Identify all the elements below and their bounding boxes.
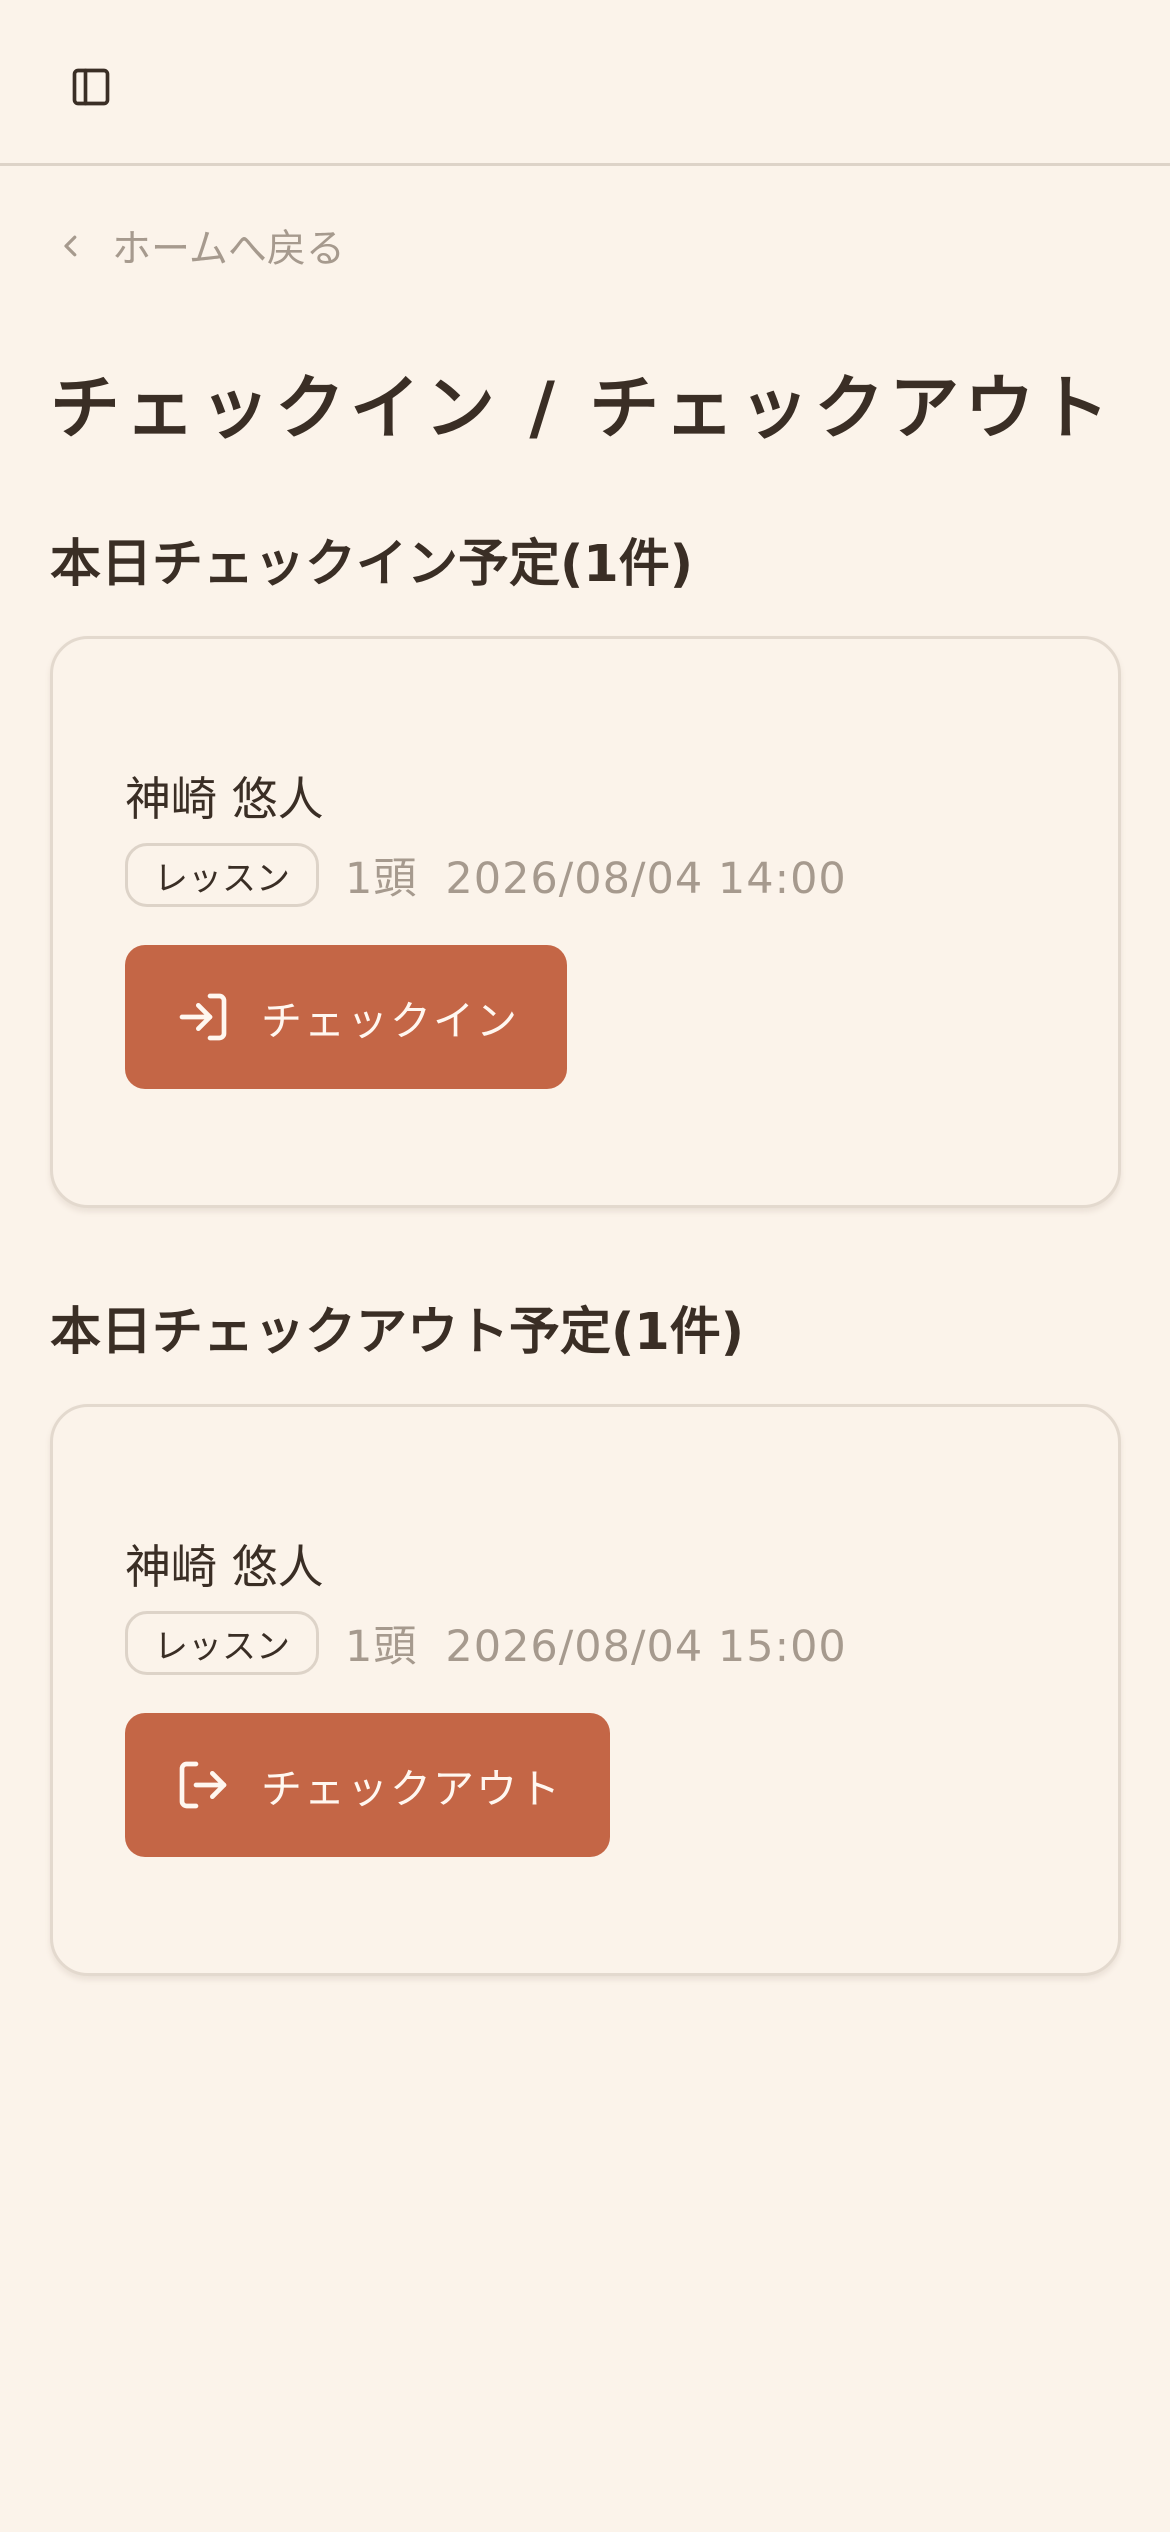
guest-name: 神崎 悠人 [125, 772, 324, 826]
reservation-details: 1頭 2026/08/04 15:00 [345, 1612, 847, 1674]
checkout-button[interactable]: チェックアウト [125, 1713, 610, 1857]
back-link-label: ホームへ戻る [112, 227, 345, 272]
guest-name: 神崎 悠人 [125, 1540, 324, 1594]
lesson-badge: レッスン [125, 843, 319, 907]
sidebar-panel-icon [72, 68, 110, 106]
checkout-card: 神崎 悠人 レッスン 1頭 2026/08/04 15:00 チェックアウト [50, 1404, 1121, 1976]
horse-count: 1頭 [345, 854, 418, 904]
top-bar [0, 0, 1170, 166]
checkin-card: 神崎 悠人 レッスン 1頭 2026/08/04 14:00 チェックイン [50, 636, 1121, 1208]
reservation-datetime: 2026/08/04 14:00 [445, 854, 847, 904]
reservation-meta: レッスン 1頭 2026/08/04 15:00 [125, 1611, 847, 1675]
reservation-datetime: 2026/08/04 15:00 [445, 1622, 847, 1672]
checkout-section-title: 本日チェックアウト予定(1件) [50, 1303, 745, 1362]
reservation-details: 1頭 2026/08/04 14:00 [345, 844, 847, 906]
checkin-button-label: チェックイン [261, 997, 519, 1045]
log-out-icon [173, 1755, 233, 1815]
checkout-button-label: チェックアウト [261, 1765, 562, 1813]
log-in-icon [173, 987, 233, 1047]
checkin-button[interactable]: チェックイン [125, 945, 567, 1089]
sidebar-toggle-button[interactable] [56, 52, 126, 122]
checkin-section-title: 本日チェックイン予定(1件) [50, 535, 694, 594]
chevron-left-icon [52, 227, 90, 265]
reservation-meta: レッスン 1頭 2026/08/04 14:00 [125, 843, 847, 907]
lesson-badge: レッスン [125, 1611, 319, 1675]
horse-count: 1頭 [345, 1622, 418, 1672]
back-to-home-link[interactable]: ホームへ戻る [52, 218, 345, 274]
page-title: チェックイン / チェックアウト [50, 367, 1115, 449]
